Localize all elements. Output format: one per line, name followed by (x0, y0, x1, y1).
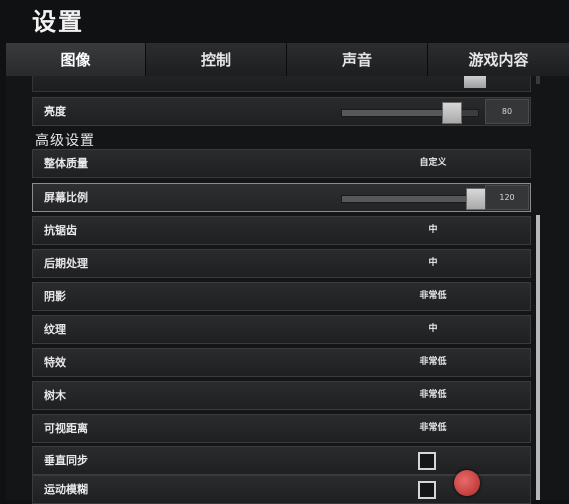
brightness-slider[interactable] (341, 102, 479, 124)
setting-label: 纹理 (44, 323, 66, 336)
overall-quality-label: 整体质量 (44, 157, 88, 170)
brightness-row: 亮度 80 (32, 97, 531, 126)
screen-scale-slider-thumb[interactable] (466, 188, 487, 210)
motion-blur-checkbox[interactable] (418, 481, 436, 499)
brightness-label: 亮度 (44, 105, 66, 118)
setting-label: 树木 (44, 389, 66, 402)
toggle-label: 垂直同步 (44, 454, 88, 467)
setting-value[interactable]: 中 (393, 217, 473, 244)
setting-value[interactable]: 中 (393, 316, 473, 343)
page-title: 设置 (32, 8, 84, 36)
screen-scale-slider[interactable] (341, 188, 487, 210)
tab-bar: 图像 控制 声音 游戏内容 (6, 43, 569, 76)
scrollbar-top (536, 76, 540, 84)
brightness-slider-thumb[interactable] (441, 102, 462, 124)
setting-label: 后期处理 (44, 257, 88, 270)
setting-value[interactable]: 非常低 (393, 349, 473, 376)
setting-row-shadows[interactable]: 阴影 非常低 (32, 282, 531, 311)
partial-setting-row (32, 76, 531, 92)
setting-value[interactable]: 非常低 (393, 283, 473, 310)
setting-row-foliage[interactable]: 树木 非常低 (32, 381, 531, 410)
setting-row-view-distance[interactable]: 可视距离 非常低 (32, 414, 531, 443)
screen-scale-label: 屏幕比例 (44, 191, 88, 204)
tab-gameplay[interactable]: 游戏内容 (428, 43, 569, 76)
setting-row-effects[interactable]: 特效 非常低 (32, 348, 531, 377)
brightness-value[interactable]: 80 (485, 99, 529, 124)
setting-value[interactable]: 非常低 (393, 415, 473, 442)
screen-scale-value[interactable]: 120 (485, 185, 529, 210)
overall-quality-value[interactable]: 自定义 (393, 150, 473, 177)
screen-scale-row: 屏幕比例 120 (32, 183, 531, 212)
watermark-logo-icon (454, 470, 480, 496)
tab-sound[interactable]: 声音 (287, 43, 428, 76)
setting-row-anti-aliasing[interactable]: 抗锯齿 中 (32, 216, 531, 245)
setting-label: 可视距离 (44, 422, 88, 435)
setting-row-textures[interactable]: 纹理 中 (32, 315, 531, 344)
setting-label: 特效 (44, 356, 66, 369)
setting-row-post-processing[interactable]: 后期处理 中 (32, 249, 531, 278)
partial-slider-thumb[interactable] (464, 76, 486, 88)
watermark (454, 468, 566, 498)
setting-value[interactable]: 中 (393, 250, 473, 277)
setting-value[interactable]: 非常低 (393, 382, 473, 409)
tab-controls[interactable]: 控制 (146, 43, 287, 76)
setting-label: 阴影 (44, 290, 66, 303)
setting-label: 抗锯齿 (44, 224, 77, 237)
toggle-label: 运动模糊 (44, 483, 88, 496)
screen-scale-slider-fill (342, 196, 476, 202)
scrollbar[interactable] (536, 215, 540, 500)
tab-graphics[interactable]: 图像 (6, 43, 146, 76)
brightness-slider-fill (342, 110, 451, 116)
overall-quality-row[interactable]: 整体质量 自定义 (32, 149, 531, 178)
section-advanced-title: 高级设置 (35, 133, 95, 149)
vsync-checkbox[interactable] (418, 452, 436, 470)
